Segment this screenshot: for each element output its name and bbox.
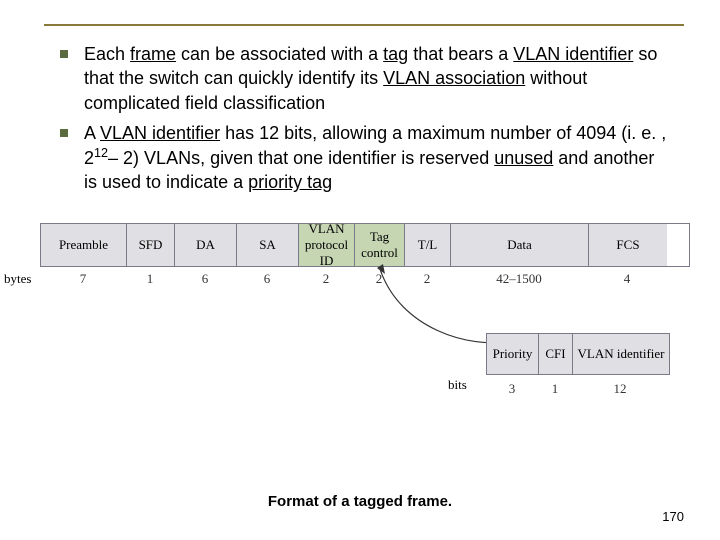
frame-cell: Data bbox=[451, 224, 589, 266]
bits-label: bits bbox=[448, 377, 467, 393]
bullet-text: A VLAN identifier has 12 bits, allowing … bbox=[84, 121, 670, 195]
bytes-value: 6 bbox=[174, 271, 236, 287]
frame-cell: Preamble bbox=[41, 224, 127, 266]
bytes-value: 7 bbox=[40, 271, 126, 287]
sub-cell: Priority bbox=[487, 334, 539, 374]
tag-control-subtable: PriorityCFIVLAN identifier bbox=[486, 333, 670, 375]
bullet-list: Each frame can be associated with a tag … bbox=[60, 42, 670, 195]
bits-value: 1 bbox=[538, 381, 572, 397]
bytes-value: 2 bbox=[298, 271, 354, 287]
bytes-row: 716622242–15004 bbox=[40, 271, 690, 287]
sub-cell: VLAN identifier bbox=[573, 334, 669, 374]
bullet-item: Each frame can be associated with a tag … bbox=[60, 42, 670, 115]
bits-value: 12 bbox=[572, 381, 668, 397]
bullet-item: A VLAN identifier has 12 bits, allowing … bbox=[60, 121, 670, 195]
bits-value: 3 bbox=[486, 381, 538, 397]
bits-row: 3112 bbox=[486, 381, 668, 397]
sub-cell: CFI bbox=[539, 334, 573, 374]
frame-cell: VLAN protocol ID bbox=[299, 224, 355, 266]
frame-cell: SFD bbox=[127, 224, 175, 266]
frame-diagram: bytes PreambleSFDDASAVLAN protocol IDTag… bbox=[40, 223, 690, 287]
frame-cell: DA bbox=[175, 224, 237, 266]
bytes-value: 4 bbox=[588, 271, 666, 287]
figure-caption: Format of a tagged frame. bbox=[0, 493, 720, 510]
bullet-text: Each frame can be associated with a tag … bbox=[84, 42, 670, 115]
bytes-value: 6 bbox=[236, 271, 298, 287]
frame-cell: T/L bbox=[405, 224, 451, 266]
frame-cell: FCS bbox=[589, 224, 667, 266]
bullet-icon bbox=[60, 129, 68, 137]
page-number: 170 bbox=[662, 509, 684, 524]
bytes-label: bytes bbox=[4, 271, 31, 287]
frame-table: PreambleSFDDASAVLAN protocol IDTag contr… bbox=[40, 223, 690, 267]
frame-cell: SA bbox=[237, 224, 299, 266]
frame-cell: Tag control bbox=[355, 224, 405, 266]
top-rule bbox=[44, 24, 684, 26]
bytes-value: 1 bbox=[126, 271, 174, 287]
bullet-icon bbox=[60, 50, 68, 58]
